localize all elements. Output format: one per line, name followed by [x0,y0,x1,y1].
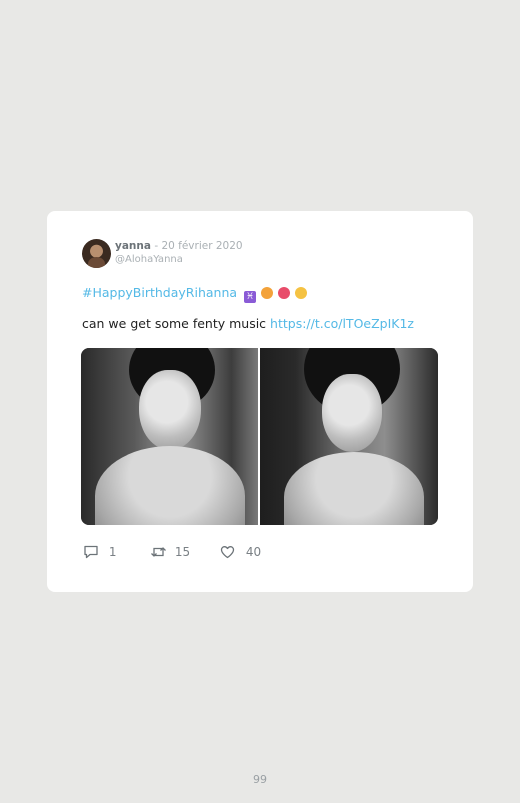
tweet-link[interactable]: https://t.co/lTOeZpIK1z [270,316,414,331]
tweet-date: - 20 février 2020 [154,240,243,252]
tweet-text: can we get some fenty music https://t.co… [82,316,414,331]
reply-icon [84,545,98,559]
heart-outline-icon [220,546,235,559]
heart-icon [278,287,291,299]
like-count: 40 [245,545,262,559]
hashtag-link[interactable]: #HappyBirthdayRihanna [82,285,237,300]
user-handle[interactable]: @AlohaYanna [115,254,183,265]
portrait-photo-right[interactable] [260,348,438,525]
page-number: 99 [253,773,267,786]
emoji-group: ♓ [244,287,308,303]
tweet-body: can we get some fenty music [82,316,267,331]
party-face-icon [295,287,307,299]
user-name[interactable]: yanna [115,240,151,252]
avatar[interactable] [82,239,111,268]
retweet-icon [151,547,166,557]
portrait-photo-left[interactable] [81,348,258,525]
user-info: yanna - 20 février 2020 [115,240,243,252]
heart-eyes-icon [261,287,274,299]
retweet-button[interactable]: 15 [150,545,190,559]
pisces-icon: ♓ [244,291,257,303]
reply-button[interactable]: 1 [83,545,116,559]
like-button[interactable]: 40 [220,545,261,559]
retweet-count: 15 [174,545,191,559]
hashtag-line: #HappyBirthdayRihanna ♓ [82,285,308,303]
reply-count: 1 [108,545,117,559]
tweet-card: yanna - 20 février 2020 @AlohaYanna #Hap… [47,211,473,592]
